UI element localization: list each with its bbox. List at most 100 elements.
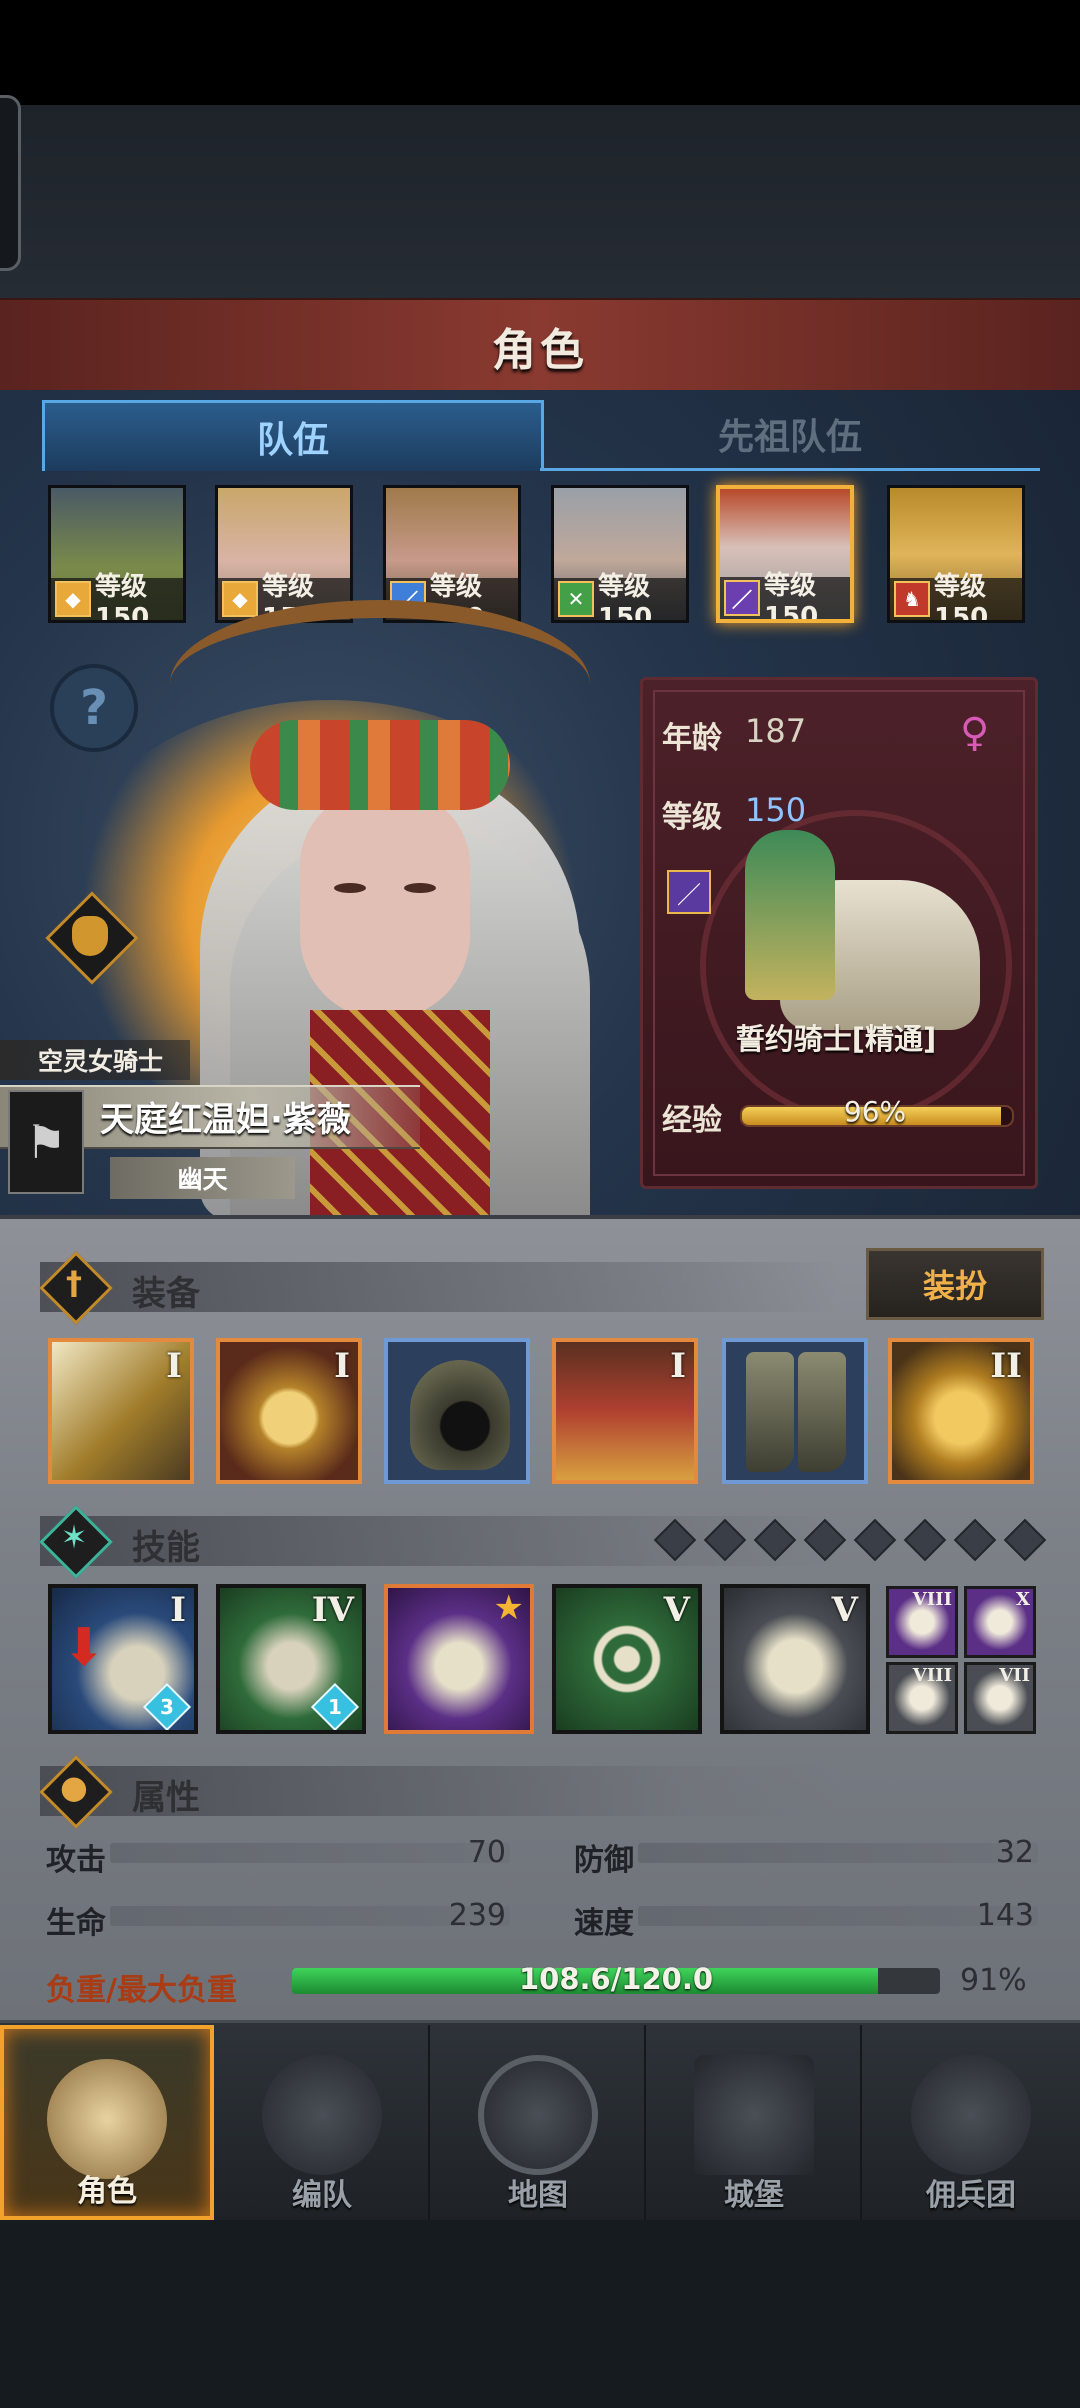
passive-skill-shield[interactable]: X <box>964 1586 1036 1658</box>
staff-icon: ／ <box>724 580 760 616</box>
skill-target[interactable]: V <box>552 1584 702 1734</box>
helmet-icon <box>262 2055 382 2175</box>
boot-icon <box>746 1352 794 1472</box>
level-row: ◆ 等级150 <box>51 572 183 620</box>
star-icon: ★ <box>493 1588 524 1628</box>
hero-title: 幽天 <box>110 1157 295 1199</box>
skill-crystal-shield[interactable]: V <box>720 1584 870 1734</box>
tab-team[interactable]: 队伍 <box>42 400 544 471</box>
nav-label: 角色 <box>77 2174 137 2209</box>
equip-slot-boots[interactable] <box>722 1338 868 1484</box>
equip-slot-head[interactable] <box>384 1338 530 1484</box>
team-member-5-selected[interactable]: ／ 等级150 <box>716 485 854 623</box>
mount-name[interactable]: 誓约骑士[精通] <box>640 1016 1032 1058</box>
tier-label: VIII <box>912 1665 952 1686</box>
level-row: ✕ 等级150 <box>554 572 686 620</box>
age-label: 年龄 <box>662 721 722 756</box>
dress-up-button[interactable]: 装扮 <box>866 1248 1044 1320</box>
attributes-title: 属性 <box>132 1778 200 1818</box>
load-percent: 91% <box>960 1963 1027 1998</box>
nav-formation[interactable]: 编队 <box>216 2025 430 2220</box>
pouch-icon <box>72 916 108 956</box>
slot-diamond <box>853 1518 897 1562</box>
level-row: ／ 等级150 <box>720 571 850 619</box>
equipment-section-icon: † <box>39 1251 113 1325</box>
team-member-6[interactable]: ♞ 等级150 <box>887 485 1025 623</box>
boot-icon <box>798 1352 846 1472</box>
skills-title: 技能 <box>132 1528 200 1568</box>
attributes-section-icon: ● <box>39 1755 113 1829</box>
tier-label: X <box>1016 1589 1030 1610</box>
page-title: 角色 <box>492 325 588 376</box>
tier-label: IV <box>311 1590 354 1630</box>
status-bar <box>0 0 1080 105</box>
passive-skill-burst[interactable]: VIII <box>886 1586 958 1658</box>
side-drawer-handle[interactable] <box>0 95 21 271</box>
slot-diamond <box>753 1518 797 1562</box>
slot-diamond <box>703 1518 747 1562</box>
level-label: 等级 <box>662 800 722 835</box>
nav-mercenary[interactable]: 佣兵团 <box>864 2025 1078 2220</box>
level-text: 等级150 <box>95 571 150 623</box>
level-text: 等级150 <box>764 570 819 623</box>
flower-crown <box>250 720 510 810</box>
nav-label: 地图 <box>508 2178 568 2213</box>
tier-label: I <box>670 1346 686 1386</box>
nav-label: 佣兵团 <box>926 2178 1016 2213</box>
nav-label: 城堡 <box>724 2178 784 2213</box>
castle-icon <box>694 2055 814 2175</box>
skills-section-icon: ✶ <box>39 1505 113 1579</box>
hero-eyes <box>334 883 436 893</box>
team-member-4[interactable]: ✕ 等级150 <box>551 485 689 623</box>
stat-defense-label: 防御 <box>574 1843 634 1878</box>
nav-character[interactable]: 角色 <box>0 2025 214 2220</box>
horse-icon: ♞ <box>894 581 930 617</box>
nav-label: 编队 <box>292 2178 352 2213</box>
slot-diamond <box>653 1518 697 1562</box>
female-icon: ♀ <box>960 710 990 756</box>
skill-charge[interactable]: IV 1 <box>216 1584 366 1734</box>
hood-icon <box>410 1360 510 1470</box>
guild-banner-icon[interactable]: ⚑ <box>8 1090 84 1194</box>
slot-diamond <box>803 1518 847 1562</box>
mercenary-icon <box>911 2055 1031 2175</box>
passive-skill-nova[interactable]: VIII <box>886 1662 958 1734</box>
tab-ancestor-team[interactable]: 先祖队伍 <box>540 400 1040 471</box>
nav-castle[interactable]: 城堡 <box>648 2025 862 2220</box>
exp-label: 经验 <box>662 1103 722 1138</box>
team-member-1[interactable]: ◆ 等级150 <box>48 485 186 623</box>
equip-slot-accessory[interactable]: II <box>888 1338 1034 1484</box>
stat-speed-value: 143 <box>976 1898 1034 1933</box>
compass-icon <box>478 2055 598 2175</box>
passive-skill-heal[interactable]: VII <box>964 1662 1036 1734</box>
stat-attack-label: 攻击 <box>46 1843 106 1878</box>
question-icon: ? <box>80 680 108 736</box>
skill-lance-strike[interactable]: ⬇ I 3 <box>48 1584 198 1734</box>
skill-shatter[interactable]: ★ <box>384 1584 534 1734</box>
stat-health-label: 生命 <box>46 1906 106 1941</box>
stat-attack-value: 70 <box>467 1835 506 1870</box>
load-text: 108.6/120.0 <box>518 1962 714 1996</box>
slot-diamond <box>1003 1518 1047 1562</box>
equipment-title: 装备 <box>132 1274 200 1314</box>
skill-count-badge: 3 <box>142 1682 192 1730</box>
equip-slot-offhand[interactable]: I <box>216 1338 362 1484</box>
load-label: 负重/最大负重 <box>46 1973 237 2008</box>
tier-label: I <box>170 1590 186 1630</box>
exp-text: 96% <box>843 1095 907 1128</box>
bottom-area <box>0 2220 1080 2408</box>
slot-diamond <box>903 1518 947 1562</box>
nav-map[interactable]: 地图 <box>432 2025 646 2220</box>
potion-bag-button[interactable] <box>44 890 139 985</box>
stat-defense-value: 32 <box>995 1835 1034 1870</box>
help-button[interactable]: ? <box>50 664 138 752</box>
equip-slot-armor[interactable]: I <box>552 1338 698 1484</box>
skill-count-badge: 1 <box>310 1682 360 1730</box>
bow-icon: ✕ <box>558 581 594 617</box>
level-row: ♞ 等级150 <box>890 572 1022 620</box>
hero-class: 空灵女骑士 <box>0 1040 190 1080</box>
tier-label: II <box>990 1346 1022 1386</box>
stat-health-value: 239 <box>448 1898 506 1933</box>
hero-name: 天庭红温妲·紫薇 <box>100 1100 351 1140</box>
equip-slot-weapon[interactable]: I <box>48 1338 194 1484</box>
